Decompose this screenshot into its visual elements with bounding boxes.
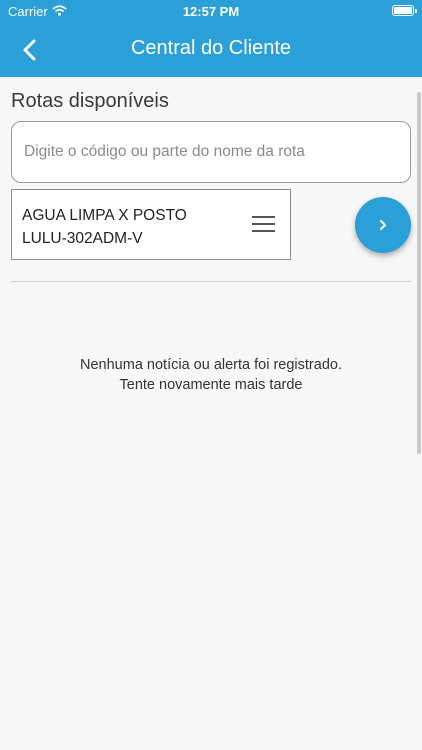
empty-state-message: Nenhuma notícia ou alerta foi registrado… [0, 355, 422, 395]
status-time: 12:57 PM [182, 4, 240, 19]
empty-state-line2: Tente novamente mais tarde [119, 377, 303, 393]
battery-icon [392, 5, 417, 16]
app-header: Carrier 12:57 PM Central do Cliente [0, 0, 422, 77]
selected-route-line2: LULU-302ADM-V [22, 230, 143, 247]
page-title: Central do Cliente [130, 37, 292, 59]
empty-state-line1: Nenhuma notícia ou alerta foi registrado… [80, 357, 342, 373]
section-title: Rotas disponíveis [11, 90, 169, 112]
next-button[interactable] [355, 197, 411, 253]
route-selector[interactable]: AGUA LIMPA X POSTO LULU-302ADM-V [11, 189, 291, 260]
selected-route-label: AGUA LIMPA X POSTO LULU-302ADM-V [22, 204, 187, 250]
scrollbar[interactable] [417, 92, 421, 454]
route-search-input[interactable] [11, 121, 411, 183]
selected-route-line1: AGUA LIMPA X POSTO [22, 207, 187, 224]
chevron-right-icon [380, 220, 386, 230]
divider [11, 281, 411, 282]
status-bar: Carrier 12:57 PM [0, 0, 422, 22]
menu-icon[interactable] [252, 216, 275, 234]
